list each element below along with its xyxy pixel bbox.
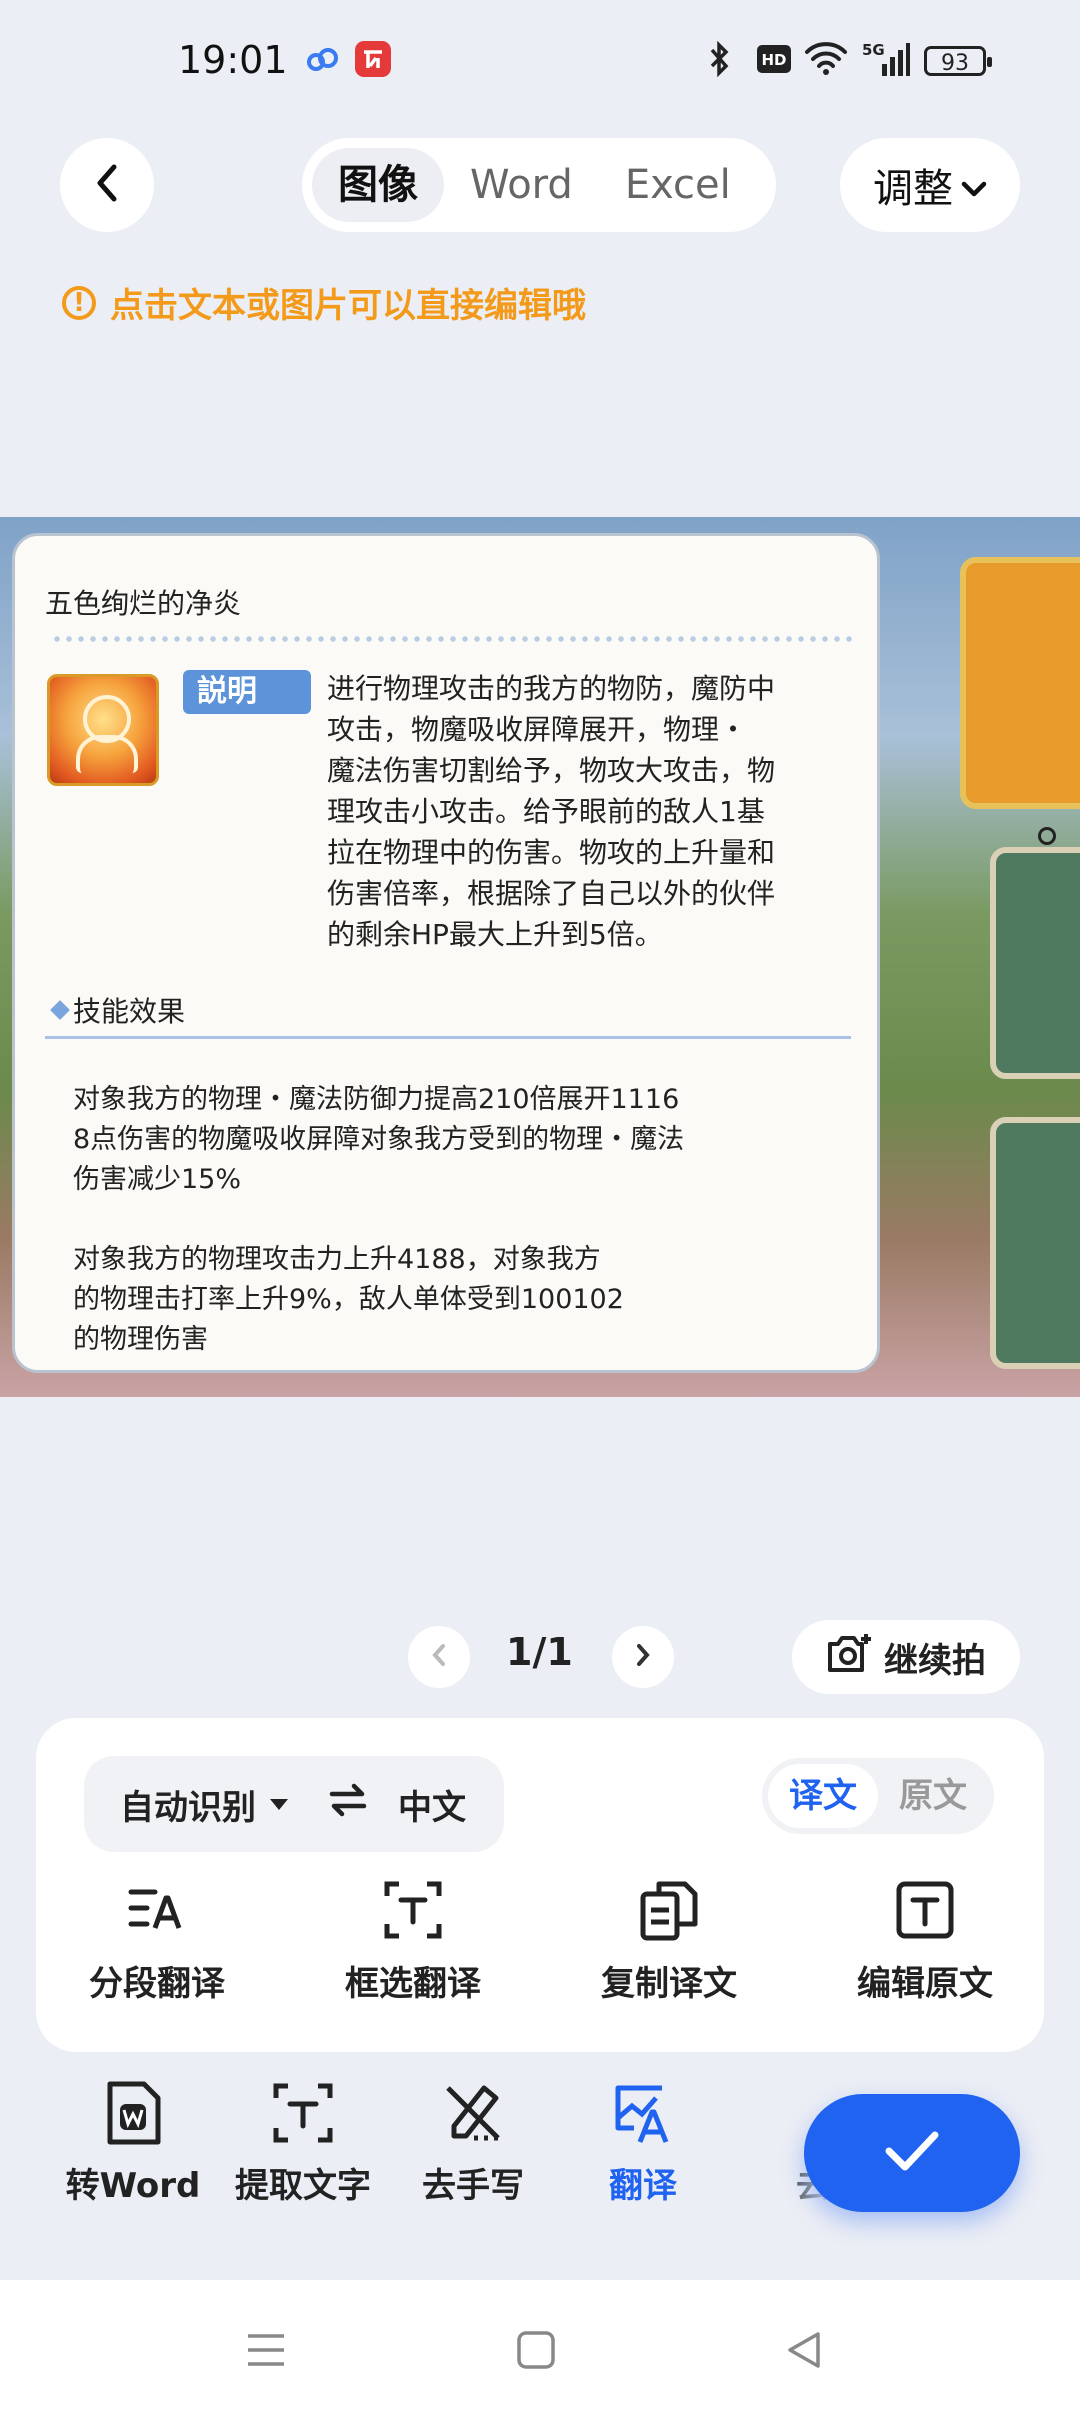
chevron-left-icon — [431, 1643, 447, 1671]
bg-dot — [1038, 827, 1056, 845]
to-word-button[interactable]: 转Word — [48, 2080, 218, 2207]
segment-translate-button[interactable]: 分段翻译 — [42, 1878, 272, 2005]
bg-skill-card — [960, 557, 1080, 809]
page-indicator: 1/1 — [506, 1630, 573, 1674]
word-doc-icon — [107, 2081, 161, 2145]
text-scan-icon — [273, 2083, 333, 2143]
box-translate-label: 框选翻译 — [345, 1964, 481, 2004]
segment-translate-label: 分段翻译 — [89, 1964, 225, 2004]
source-language-label: 自动识别 — [120, 1787, 256, 1828]
adjust-label: 调整 — [873, 166, 953, 212]
skill-flame-icon — [47, 674, 159, 786]
signal-5g-icon: 5G — [862, 40, 910, 82]
adjust-button[interactable]: 调整 — [840, 138, 1020, 232]
continue-shoot-button[interactable]: 继续拍 — [792, 1620, 1020, 1694]
prev-page-button[interactable] — [408, 1626, 470, 1688]
swap-icon[interactable] — [328, 1782, 368, 1827]
back-button[interactable] — [60, 138, 154, 232]
translate-panel: 自动识别 中文 译文 原文 分段翻译 框选翻译 复制译文 编辑原文 — [36, 1718, 1044, 2052]
system-nav-bar — [0, 2280, 1080, 2412]
diamond-icon — [50, 1000, 70, 1020]
extract-text-button[interactable]: 提取文字 — [218, 2080, 388, 2207]
skill-description[interactable]: 进行物理攻击的我方的物防，魔防中 攻击，物魔吸收屏障展开，物理・ 魔法伤害切割给… — [327, 668, 847, 955]
tab-excel[interactable]: Excel — [599, 148, 757, 222]
tab-word[interactable]: Word — [444, 148, 599, 222]
bluetooth-icon — [706, 40, 734, 82]
paragraph-translate-icon — [128, 1889, 182, 1929]
text-edit-icon — [896, 1881, 954, 1939]
taobao-app-icon — [354, 40, 392, 82]
remove-handwriting-label: 去手写 — [422, 2166, 524, 2206]
card-title[interactable]: 五色绚烂的净炎 — [45, 582, 241, 622]
view-toggle: 译文 原文 — [762, 1758, 994, 1834]
source-language[interactable]: 自动识别 — [120, 1780, 288, 1829]
effect-text-2[interactable]: 对象我方的物理攻击力上升4188，对象我方 的物理击打率上升9%，敌人单体受到1… — [73, 1240, 624, 1360]
remove-handwriting-button[interactable]: 去手写 — [388, 2080, 558, 2207]
cloud-icon — [306, 44, 340, 78]
effect-heading-text[interactable]: 技能效果 — [73, 990, 185, 1030]
back-nav-icon[interactable] — [784, 2330, 824, 2374]
checkmark-icon — [884, 2129, 940, 2177]
eraser-pen-icon — [446, 2085, 500, 2141]
chevron-left-icon — [94, 163, 120, 207]
chevron-right-icon — [635, 1643, 651, 1671]
edit-tip: ! 点击文本或图片可以直接编辑哦 — [62, 278, 586, 327]
effect-text-1[interactable]: 对象我方的物理・魔法防御力提高210倍展开1116 8点伤害的物魔吸收屏障对象我… — [73, 1080, 684, 1200]
edit-original-label: 编辑原文 — [857, 1964, 993, 2004]
toggle-original[interactable]: 原文 — [878, 1764, 988, 1828]
target-language[interactable]: 中文 — [398, 1780, 466, 1829]
bg-card — [990, 1117, 1080, 1369]
chevron-down-icon — [961, 162, 987, 208]
home-icon[interactable] — [516, 2330, 556, 2374]
translate-tool-button[interactable]: 翻译 — [558, 2080, 728, 2207]
next-page-button[interactable] — [612, 1626, 674, 1688]
extract-text-label: 提取文字 — [235, 2166, 371, 2206]
svg-text:5G: 5G — [862, 41, 885, 59]
translate-icon — [615, 2085, 669, 2143]
document-image[interactable]: 五色绚烂的净炎 説明 进行物理攻击的我方的物防，魔防中 攻击，物魔吸收屏障展开，… — [0, 517, 1080, 1397]
to-word-label: 转Word — [65, 2166, 201, 2206]
copy-icon — [640, 1881, 698, 1941]
description-badge: 説明 — [183, 670, 311, 714]
camera-plus-icon — [826, 1632, 872, 1683]
box-select-icon — [384, 1881, 442, 1939]
status-time: 19:01 — [178, 38, 288, 82]
skill-info-card[interactable]: 五色绚烂的净炎 説明 进行物理攻击的我方的物防，魔防中 攻击，物魔吸收屏障展开，… — [12, 533, 880, 1373]
edit-original-button[interactable]: 编辑原文 — [810, 1878, 1040, 2005]
bg-card — [990, 847, 1080, 1079]
status-bar: 19:01 HD 5G 93 — [0, 0, 1080, 120]
copy-translation-button[interactable]: 复制译文 — [554, 1878, 784, 2005]
copy-translation-label: 复制译文 — [601, 1964, 737, 2004]
svg-text:HD: HD — [761, 51, 786, 69]
effect-heading: 技能效果 — [50, 990, 185, 1030]
effect-divider — [45, 1036, 851, 1039]
box-translate-button[interactable]: 框选翻译 — [298, 1878, 528, 2005]
continue-shoot-label: 继续拍 — [884, 1640, 986, 1681]
toggle-translation[interactable]: 译文 — [768, 1764, 878, 1828]
dotted-divider — [51, 636, 857, 642]
mode-tabs: 图像 Word Excel — [302, 138, 776, 232]
menu-icon[interactable] — [246, 2330, 286, 2374]
translate-tool-label: 翻译 — [609, 2166, 677, 2206]
tab-image[interactable]: 图像 — [312, 148, 444, 222]
info-icon: ! — [62, 285, 96, 320]
confirm-button[interactable] — [804, 2094, 1020, 2212]
edit-tip-text: 点击文本或图片可以直接编辑哦 — [110, 286, 586, 326]
battery-indicator: 93 — [924, 46, 992, 76]
caret-down-icon — [270, 1798, 288, 1810]
language-selector[interactable]: 自动识别 中文 — [84, 1756, 504, 1852]
hd-icon: HD — [756, 44, 792, 78]
wifi-icon — [804, 40, 848, 80]
